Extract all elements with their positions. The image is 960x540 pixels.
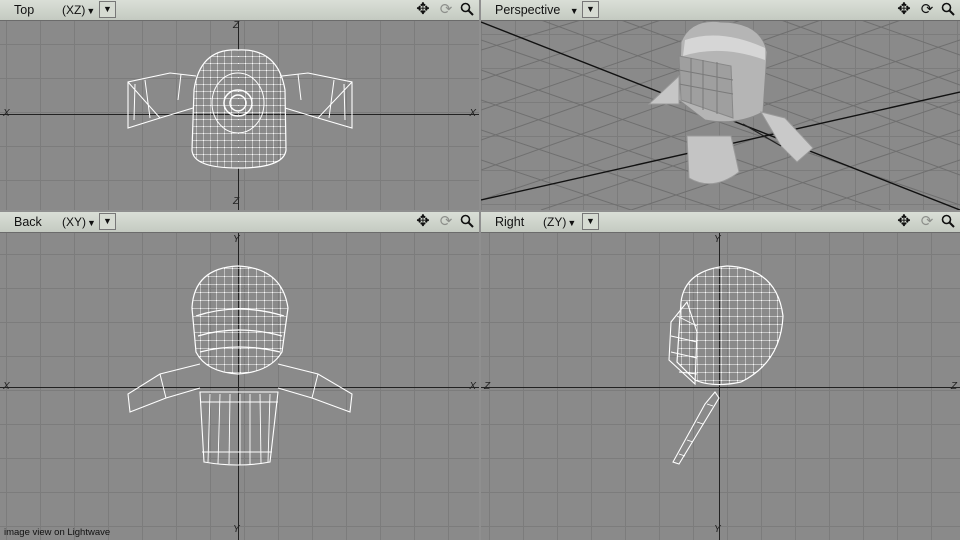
- axis-label: (XY): [62, 215, 86, 229]
- chevron-down-icon: ▼: [87, 218, 96, 228]
- image-caption: image view on Lightwave: [4, 527, 111, 538]
- view-menu-button[interactable]: ▼: [582, 1, 599, 18]
- axis-label: (XZ): [62, 3, 86, 17]
- move-icon[interactable]: ✥: [894, 213, 914, 230]
- axis-label: (ZY): [543, 215, 567, 229]
- chevron-down-icon: ▼: [569, 6, 579, 16]
- viewport-top[interactable]: Top (XZ)▼ ▼ ✥ ⟳ X X Z Z: [0, 0, 479, 210]
- chevron-down-icon: ▼: [586, 216, 595, 226]
- viewport-header: Back (XY)▼ ▼ ✥ ⟳: [0, 212, 479, 233]
- wireframe-back-view[interactable]: [0, 212, 479, 540]
- shaded-perspective-view[interactable]: [481, 0, 960, 210]
- chevron-down-icon: ▼: [86, 6, 96, 16]
- axis-select[interactable]: (XZ)▼: [62, 3, 95, 17]
- move-icon[interactable]: ✥: [894, 1, 914, 18]
- viewport-header: Perspective ▼ ▼ ✥ ⟳: [481, 0, 960, 21]
- rotate-icon[interactable]: ⟳: [436, 1, 456, 18]
- zoom-icon[interactable]: [938, 1, 958, 18]
- viewport-back[interactable]: Back (XY)▼ ▼ ✥ ⟳ X X Y Y image view on L…: [0, 212, 479, 540]
- view-name[interactable]: Perspective ▼: [495, 3, 579, 17]
- chevron-down-icon: ▼: [567, 218, 577, 228]
- zoom-icon[interactable]: [457, 213, 477, 230]
- view-name-label: Perspective: [495, 3, 561, 17]
- zoom-icon[interactable]: [938, 213, 958, 230]
- view-menu-button[interactable]: ▼: [99, 1, 116, 18]
- viewport-right[interactable]: Right (ZY)▼ ▼ ✥ ⟳ Z Z Y Y: [481, 212, 960, 540]
- chevron-down-icon: ▼: [103, 216, 112, 226]
- view-menu-button[interactable]: ▼: [99, 213, 116, 230]
- chevron-down-icon: ▼: [103, 4, 112, 14]
- viewport-header: Top (XZ)▼ ▼ ✥ ⟳: [0, 0, 479, 21]
- view-name[interactable]: Back: [14, 215, 42, 229]
- rotate-icon[interactable]: ⟳: [917, 213, 937, 230]
- move-icon[interactable]: ✥: [413, 213, 433, 230]
- wireframe-right-view[interactable]: [481, 212, 960, 540]
- wireframe-top-view[interactable]: [0, 0, 479, 210]
- axis-select[interactable]: (ZY)▼: [543, 215, 576, 229]
- axis-select[interactable]: (XY)▼: [62, 215, 96, 229]
- viewport-perspective[interactable]: Perspective ▼ ▼ ✥ ⟳: [481, 0, 960, 210]
- rotate-icon[interactable]: ⟳: [436, 213, 456, 230]
- viewport-header: Right (ZY)▼ ▼ ✥ ⟳: [481, 212, 960, 233]
- view-name[interactable]: Right: [495, 215, 524, 229]
- rotate-icon[interactable]: ⟳: [917, 1, 937, 18]
- move-icon[interactable]: ✥: [413, 1, 433, 18]
- view-menu-button[interactable]: ▼: [582, 213, 599, 230]
- view-name[interactable]: Top: [14, 3, 34, 17]
- chevron-down-icon: ▼: [586, 4, 595, 14]
- zoom-icon[interactable]: [457, 1, 477, 18]
